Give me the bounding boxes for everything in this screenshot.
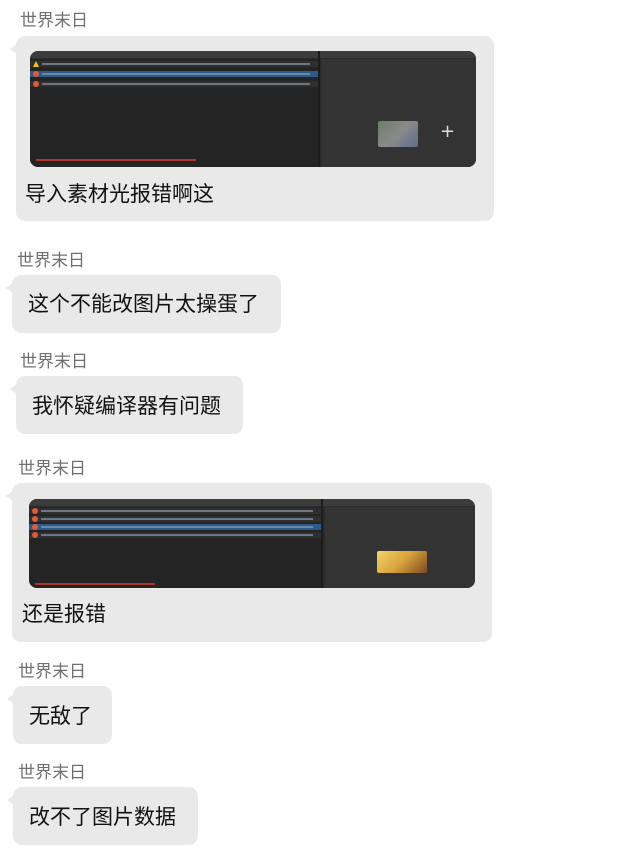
message-text: 无敌了 [29,704,92,728]
asset-preview [378,121,418,147]
screenshot-image[interactable]: + [30,51,476,167]
bubble-tail [7,795,14,805]
message-text: 导入素材光报错啊这 [25,182,214,206]
message-bubble[interactable]: 改不了图片数据 [7,787,198,845]
inspector-panel: + [322,59,476,167]
error-icon[interactable] [29,516,321,522]
error-icon[interactable] [30,71,318,77]
error-status-line [36,159,196,161]
inspector-panel [325,507,475,588]
sender-name: 世界末日 [17,251,85,271]
bubble-tail [10,44,17,54]
plus-icon[interactable]: + [440,123,458,141]
console-panel [29,507,321,588]
panel-divider [318,51,320,167]
message-bubble[interactable]: 我怀疑编译器有问题 [10,376,243,434]
message-text: 我怀疑编译器有问题 [32,394,221,418]
error-icon[interactable] [29,524,321,530]
message-text: 这个不能改图片太操蛋了 [28,292,259,316]
error-icon[interactable] [29,508,321,514]
sender-name: 世界末日 [18,763,86,783]
bubble-tail [7,694,14,704]
message-text: 改不了图片数据 [29,805,176,829]
panel-divider [321,499,323,588]
bubble-tail [6,491,13,501]
error-icon[interactable] [30,81,318,87]
message-bubble[interactable]: 还是报错 [6,483,492,642]
message-bubble[interactable]: 这个不能改图片太操蛋了 [6,275,281,333]
bubble-tail [10,384,17,394]
editor-menubar [29,499,475,506]
message-text: 还是报错 [22,602,106,626]
screenshot-image[interactable] [29,499,475,588]
console-panel [30,59,318,167]
sender-name: 世界末日 [20,11,88,31]
message-bubble[interactable]: 无敌了 [7,686,112,744]
sender-name: 世界末日 [18,662,86,682]
asset-preview [377,551,427,573]
error-status-line [35,583,155,585]
error-icon[interactable] [29,532,321,538]
sender-name: 世界末日 [20,352,88,372]
message-bubble[interactable]: + 导入素材光报错啊这 [10,36,494,221]
editor-menubar [30,51,476,58]
sender-name: 世界末日 [18,459,86,479]
warning-icon [30,61,318,67]
bubble-tail [6,283,13,293]
